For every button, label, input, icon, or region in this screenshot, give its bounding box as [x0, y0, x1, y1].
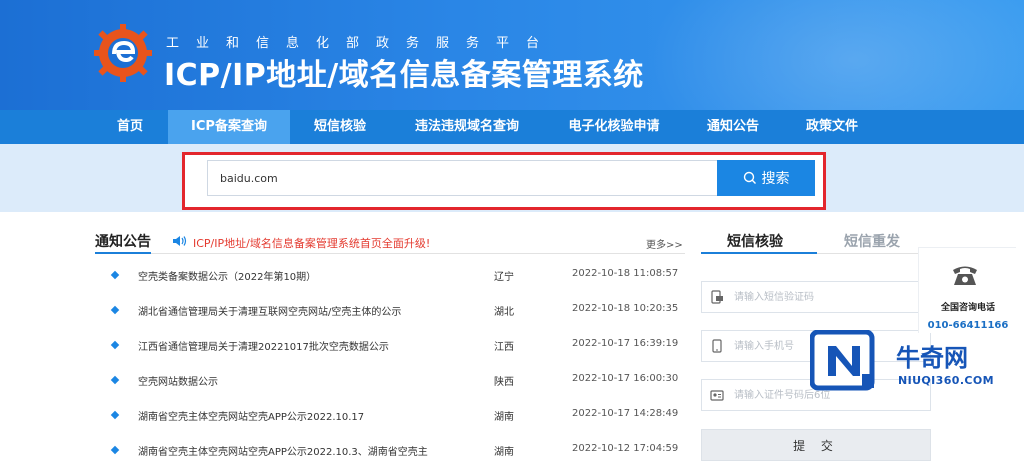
notice-province: 湖南 — [494, 447, 514, 458]
notice-title[interactable]: 湖北省通信管理局关于清理互联网空壳网站/空壳主体的公示 — [138, 303, 401, 318]
notice-row[interactable]: 空壳网站数据公示 陕西 2022-10-17 16:00:30 — [110, 368, 690, 398]
nav-item-illegal-domain[interactable]: 违法违规域名查询 — [400, 110, 534, 144]
notice-title[interactable]: 江西省通信管理局关于清理20221017批次空壳数据公示 — [138, 338, 389, 353]
nav-item-policy[interactable]: 政策文件 — [795, 110, 869, 144]
nav-item-icp-query[interactable]: ICP备案查询 — [168, 110, 290, 144]
site-header: 工业和信息化部政务服务平台 ICP/IP地址/域名信息备案管理系统 — [0, 0, 1024, 110]
notice-row[interactable]: 江西省通信管理局关于清理20221017批次空壳数据公示 江西 2022-10-… — [110, 333, 690, 363]
notice-title[interactable]: 湖南省空壳主体空壳网站空壳APP公示2022.10.17 — [138, 408, 364, 423]
mobile-phone-icon — [712, 339, 722, 353]
id-card-icon — [710, 390, 724, 401]
bullet-icon — [110, 375, 120, 385]
sms-code-icon — [711, 290, 723, 304]
hotline-label: 全国咨询电话 — [940, 303, 995, 313]
watermark-domain: NIUQI360.COM — [898, 374, 994, 387]
notice-title[interactable]: 湖南省空壳主体空壳网站空壳APP公示2022.10.3、湖南省空壳主 — [138, 443, 428, 458]
notice-province: 湖北 — [494, 307, 514, 318]
submit-button[interactable]: 提 交 — [701, 429, 931, 461]
notice-row[interactable]: 湖南省空壳主体空壳网站空壳APP公示2022.10.17 湖南 2022-10-… — [110, 403, 690, 433]
sms-code-input[interactable] — [734, 288, 924, 306]
notice-row[interactable]: 空壳类备案数据公示（2022年第10期） 辽宁 2022-10-18 11:08… — [110, 263, 690, 293]
bullet-icon — [110, 270, 120, 280]
nav-item-notices[interactable]: 通知公告 — [695, 110, 771, 144]
page-title: ICP/IP地址/域名信息备案管理系统 — [164, 58, 644, 93]
more-link[interactable]: 更多>> — [646, 236, 683, 251]
bullet-icon — [110, 305, 120, 315]
notice-province: 江西 — [494, 342, 514, 353]
nav-item-home[interactable]: 首页 — [104, 110, 156, 144]
notice-date: 2022-10-12 17:04:59 — [572, 443, 679, 454]
notices-divider — [95, 253, 685, 254]
notice-date: 2022-10-17 16:39:19 — [572, 338, 679, 349]
notices-heading[interactable]: 通知公告 — [95, 231, 151, 251]
watermark: 牛奇网 NIUQI360.COM — [810, 330, 1020, 400]
tab-sms-verify[interactable]: 短信核验 — [727, 231, 783, 251]
bullet-icon — [110, 340, 120, 350]
notice-province: 湖南 — [494, 412, 514, 423]
notice-title[interactable]: 空壳类备案数据公示（2022年第10期） — [138, 268, 316, 283]
notice-row[interactable]: 湖北省通信管理局关于清理互联网空壳网站/空壳主体的公示 湖北 2022-10-1… — [110, 298, 690, 328]
sms-code-field[interactable] — [701, 281, 931, 313]
bullet-icon — [110, 410, 120, 420]
main-nav: 首页 ICP备案查询 短信核验 违法违规域名查询 电子化核验申请 通知公告 政策… — [0, 110, 1024, 144]
notice-date: 2022-10-17 16:00:30 — [572, 373, 679, 384]
telephone-icon — [953, 266, 977, 285]
gear-logo-icon — [94, 24, 152, 82]
hotline-card: 全国咨询电话 010-66411166 — [918, 247, 1016, 333]
notice-title[interactable]: 空壳网站数据公示 — [138, 373, 218, 388]
watermark-name: 牛奇网 — [896, 344, 968, 372]
notice-date: 2022-10-18 10:20:35 — [572, 303, 679, 314]
notice-marquee[interactable]: ICP/IP地址/域名信息备案管理系统首页全面升级! — [193, 235, 430, 251]
search-input[interactable] — [207, 160, 718, 196]
nav-item-sms-verify[interactable]: 短信核验 — [300, 110, 380, 144]
notice-date: 2022-10-17 14:28:49 — [572, 408, 679, 419]
header-subtitle: 工业和信息化部政务服务平台 — [166, 36, 557, 51]
bullet-icon — [110, 445, 120, 455]
notice-province: 辽宁 — [494, 272, 514, 283]
notice-province: 陕西 — [494, 377, 514, 388]
notice-date: 2022-10-18 11:08:57 — [572, 268, 679, 279]
speaker-icon — [173, 236, 187, 246]
tab-sms-resend[interactable]: 短信重发 — [844, 231, 900, 251]
search-button[interactable]: 搜索 — [717, 160, 815, 196]
nav-item-e-verify[interactable]: 电子化核验申请 — [555, 110, 673, 144]
sms-tab-underline — [701, 252, 817, 254]
niuqi-logo-icon — [810, 330, 875, 391]
notices-tab-underline — [95, 252, 151, 254]
search-icon — [743, 171, 756, 184]
search-button-label: 搜索 — [761, 171, 790, 187]
